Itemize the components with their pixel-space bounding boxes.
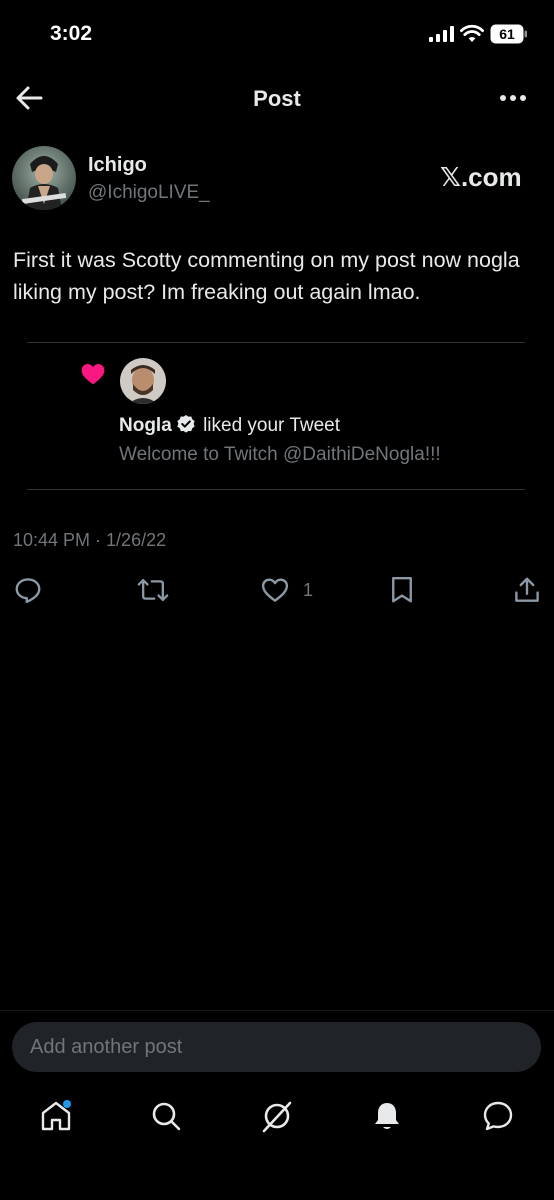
more-options-button[interactable] xyxy=(497,88,531,108)
author-handle[interactable]: @IchigoLIVE_ xyxy=(88,182,210,204)
grok-icon xyxy=(262,1101,292,1133)
nav-home[interactable] xyxy=(38,1098,74,1134)
post-timestamp[interactable]: 10:44 PM · 1/26/22 xyxy=(13,530,166,551)
divider xyxy=(27,489,525,490)
share-icon xyxy=(515,577,539,602)
author-name[interactable]: Ichigo xyxy=(88,154,147,177)
messages-icon xyxy=(483,1101,513,1131)
battery-level: 61 xyxy=(499,26,515,42)
divider xyxy=(27,342,525,343)
more-horizontal-icon xyxy=(500,95,526,101)
bookmark-icon xyxy=(392,576,412,603)
repost-button[interactable] xyxy=(137,575,169,605)
nav-grok[interactable] xyxy=(259,1098,295,1134)
page-title: Post xyxy=(253,86,301,111)
repost-icon xyxy=(137,578,169,602)
bookmark-button[interactable] xyxy=(388,575,416,605)
add-post-input[interactable]: Add another post xyxy=(12,1022,541,1072)
like-count: 1 xyxy=(303,580,314,600)
wifi-icon xyxy=(460,24,484,44)
home-icon xyxy=(41,1100,71,1131)
reply-button[interactable] xyxy=(13,575,43,605)
notification-line: Nogla liked your Tweet xyxy=(119,414,340,437)
share-button[interactable] xyxy=(512,575,542,605)
notification-action-text: liked your Tweet xyxy=(203,415,341,436)
nav-messages[interactable] xyxy=(480,1098,516,1134)
reply-icon xyxy=(15,578,41,604)
compose-separator xyxy=(0,1010,554,1011)
cellular-signal-icon xyxy=(429,26,455,42)
status-time: 3:02 xyxy=(50,22,93,45)
post-text: First it was Scotty commenting on my pos… xyxy=(13,248,520,304)
nav-notifications[interactable] xyxy=(369,1098,405,1134)
heart-icon xyxy=(80,361,106,387)
like-button[interactable] xyxy=(260,575,294,605)
heart-outline-icon xyxy=(261,578,289,602)
nav-search[interactable] xyxy=(148,1098,184,1134)
search-icon xyxy=(152,1102,181,1131)
notifications-icon xyxy=(375,1103,399,1129)
liked-tweet-text: Welcome to Twitch @DaithiDeNogla!!! xyxy=(119,444,441,465)
liker-avatar xyxy=(120,358,166,404)
x-com-watermark: 𝕏.com xyxy=(440,162,522,192)
verified-badge-icon xyxy=(176,414,196,434)
author-avatar[interactable] xyxy=(12,146,76,210)
liker-name: Nogla xyxy=(119,415,172,436)
